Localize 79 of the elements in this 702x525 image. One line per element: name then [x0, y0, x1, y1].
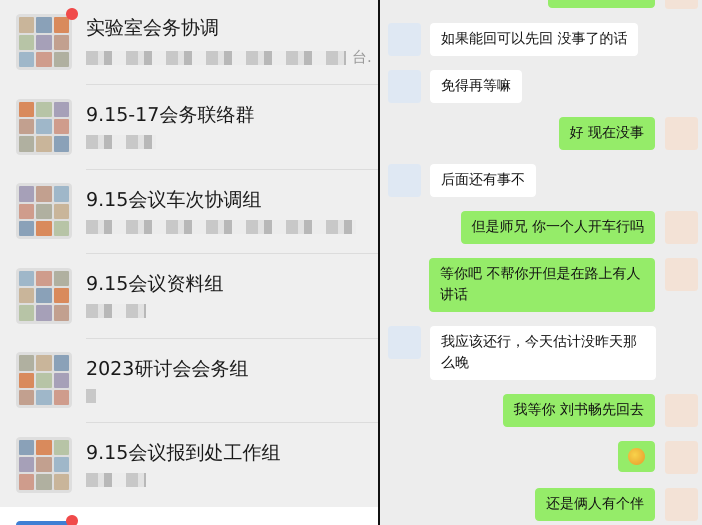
photo-placeholder [36, 390, 52, 406]
photo-placeholder [36, 220, 52, 236]
photo-placeholder [54, 474, 69, 490]
photo-placeholder [19, 288, 34, 304]
photo-placeholder [36, 204, 52, 219]
photo-placeholder [54, 220, 69, 236]
message-bubble: 还是俩人有个伴 [535, 488, 655, 521]
photo-placeholder [36, 119, 52, 134]
message-bubble: 我等你 刘书畅先回去 [502, 394, 655, 427]
message-preview: 台. [352, 48, 372, 68]
message-bubble: 等你吧 不帮你开但是在路上有人讲话 [429, 258, 655, 312]
photo-placeholder [54, 136, 69, 152]
photo-placeholder [36, 270, 52, 286]
message-bubble: 后面还有事不 [430, 164, 536, 197]
photo-placeholder [36, 305, 52, 321]
photo-placeholder [36, 34, 52, 50]
photo-placeholder [54, 305, 69, 321]
photo-placeholder [19, 270, 34, 286]
photo-placeholder [54, 440, 69, 456]
photo-placeholder [19, 119, 34, 134]
photo-placeholder [19, 305, 34, 321]
chat-title: 9.15会议资料组 [86, 272, 224, 296]
photo-placeholder [54, 270, 69, 286]
photo-placeholder [19, 17, 34, 33]
photo-placeholder [19, 355, 34, 371]
photo-placeholder [54, 204, 69, 219]
photo-placeholder [54, 355, 69, 371]
photo-placeholder [54, 288, 69, 304]
message-bubble: 免得再等嘛 [430, 70, 522, 103]
photo-placeholder [36, 355, 52, 371]
photo-placeholder [54, 372, 69, 388]
photo-placeholder [54, 102, 69, 118]
photo-placeholder [19, 220, 34, 236]
blurred-preview [86, 304, 146, 318]
photo-placeholder [19, 34, 34, 50]
blurred-preview [86, 388, 96, 403]
photo-placeholder [36, 474, 52, 490]
photo-placeholder [36, 52, 52, 68]
chat-row[interactable]: 9.15-17会务联络群 [0, 84, 378, 169]
chat-row[interactable]: 9.15会议资料组 [0, 254, 378, 338]
photo-placeholder [36, 372, 52, 388]
photo-placeholder [19, 186, 34, 202]
photo-placeholder [54, 119, 69, 134]
photo-placeholder [54, 186, 69, 202]
message-bubble: 如果能回可以先回 没事了的话 [430, 23, 638, 56]
chat-row[interactable]: 实验室会务协调 台. [0, 0, 378, 84]
photo-placeholder [19, 102, 34, 118]
photo-placeholder [54, 17, 69, 33]
photo-placeholder [19, 52, 34, 68]
photo-placeholder [54, 52, 69, 68]
message-bubble: 我应该还行，今天估计没昨天那么晚 [430, 326, 656, 380]
chat-title: 9.15会议车次协调组 [86, 188, 262, 212]
photo-placeholder [19, 457, 34, 472]
photo-placeholder [19, 136, 34, 152]
photo-placeholder [36, 288, 52, 304]
emoji-icon [628, 448, 645, 465]
chat-title: 9.15会议报到处工作组 [86, 441, 282, 466]
photo-placeholder [36, 457, 52, 472]
photo-placeholder [36, 17, 52, 33]
photo-placeholder [54, 457, 69, 472]
photo-placeholder [19, 372, 34, 388]
message-bubble: 好 现在没事 [558, 117, 655, 150]
photo-placeholder [19, 440, 34, 456]
photo-placeholder [54, 390, 69, 406]
photo-placeholder [19, 204, 34, 219]
blurred-preview [86, 473, 146, 488]
photo-placeholder [19, 390, 34, 406]
photo-placeholder [36, 186, 52, 202]
chat-title: 实验室会务协调 [86, 16, 220, 40]
photo-placeholder [54, 34, 69, 50]
photo-placeholder [36, 102, 52, 118]
chat-title: 2023研讨会会务组 [86, 356, 250, 381]
photo-placeholder [36, 136, 52, 152]
photo-placeholder [19, 474, 34, 490]
message-bubble: 但是师兄 你一个人开车行吗 [460, 211, 655, 244]
chat-title: 9.15-17会务联络群 [86, 103, 256, 128]
chat-row[interactable]: 9.15会议车次协调组 [0, 169, 378, 254]
chat-row[interactable]: 2023研讨会会务组 [0, 338, 378, 422]
photo-placeholder [36, 440, 52, 456]
